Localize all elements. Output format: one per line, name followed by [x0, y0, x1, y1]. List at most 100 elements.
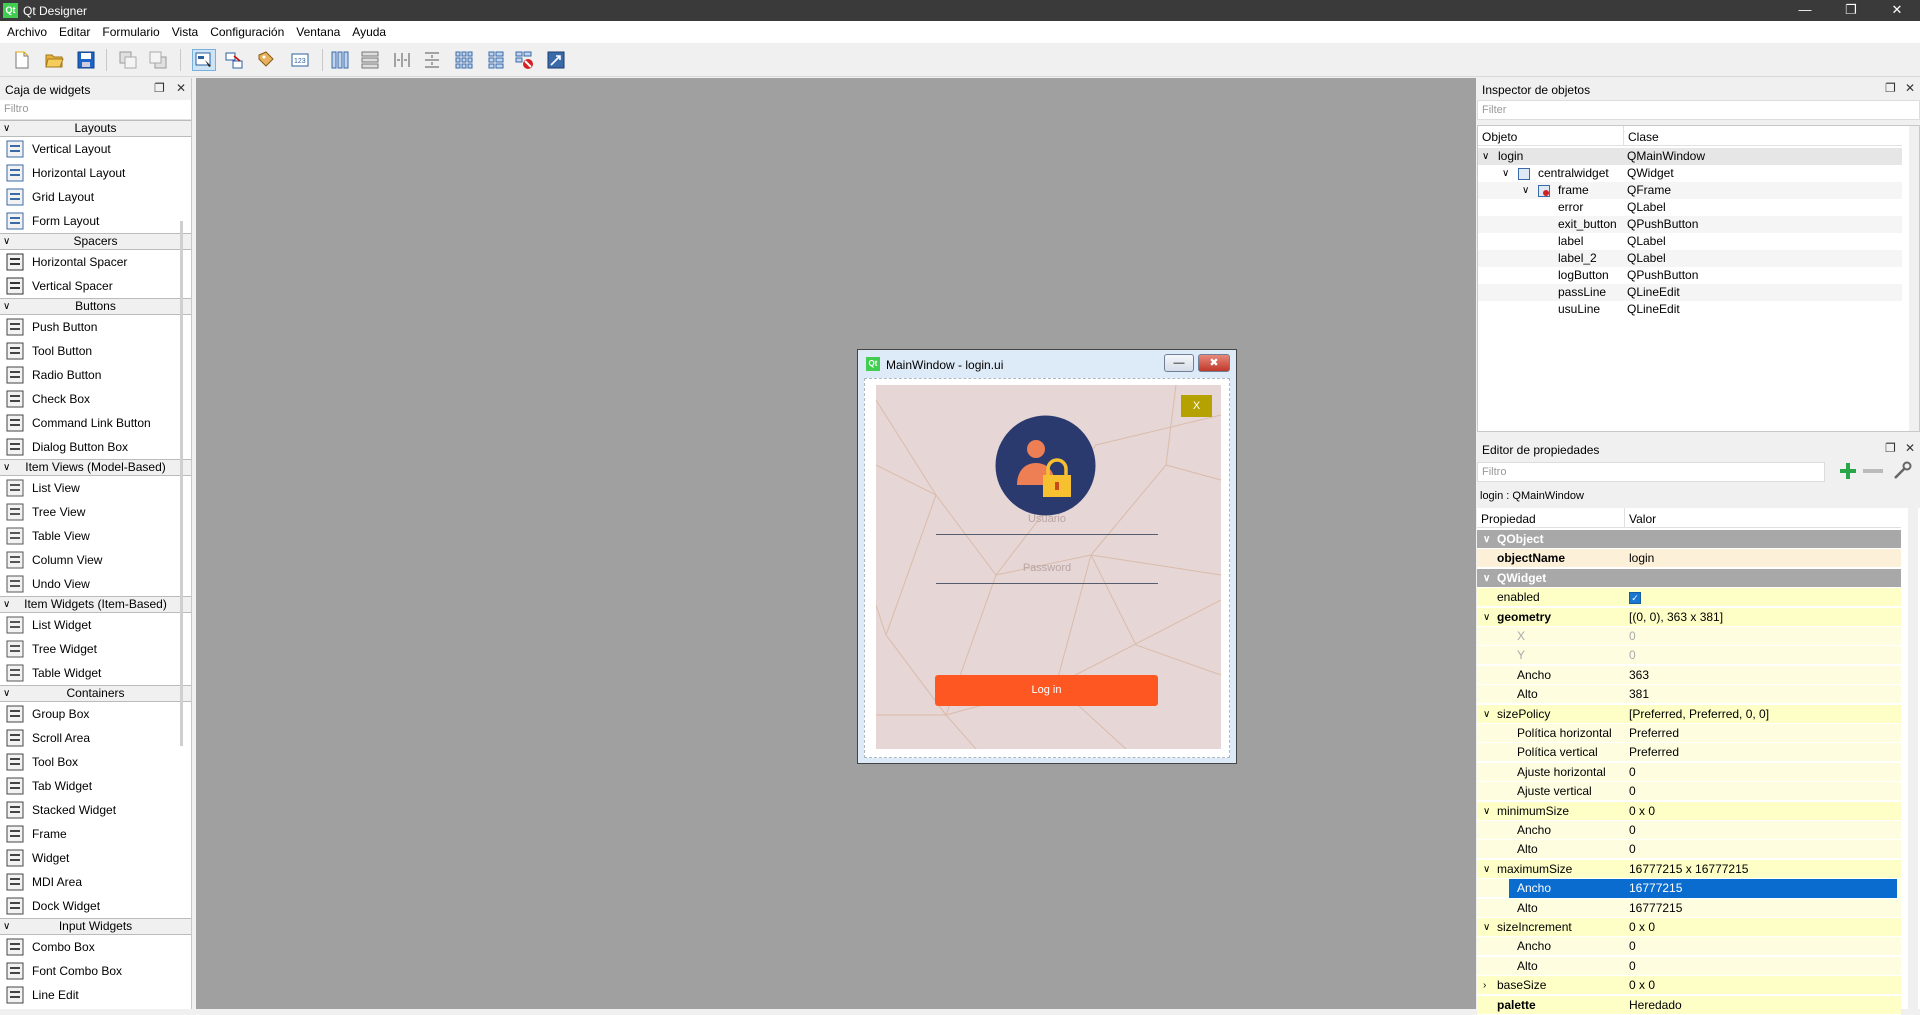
property-row-basesize[interactable]: › baseSize 0 x 0	[1477, 976, 1901, 996]
property-row-x[interactable]: X0	[1477, 627, 1901, 646]
remove-dynamic-property-icon[interactable]	[1863, 469, 1883, 473]
expand-chevron-icon[interactable]: ∨	[1483, 608, 1490, 627]
property-value[interactable]: 16777215 x 16777215	[1629, 860, 1748, 879]
close-icon[interactable]: ✕	[1905, 441, 1915, 455]
property-value[interactable]: 381	[1629, 685, 1649, 704]
widget-item-grid-layout[interactable]: Grid Layout	[0, 185, 191, 209]
widget-item-command-link-button[interactable]: Command Link Button	[0, 411, 191, 435]
widget-item-combo-box[interactable]: Combo Box	[0, 935, 191, 959]
widget-item-table-widget[interactable]: Table Widget	[0, 661, 191, 685]
scrollbar[interactable]	[180, 221, 183, 746]
break-layout-icon[interactable]	[512, 49, 536, 71]
expand-chevron-icon[interactable]: ∨	[1483, 569, 1490, 588]
property-value[interactable]: 16777215	[1629, 899, 1682, 918]
property-value[interactable]: 0 x 0	[1629, 976, 1655, 995]
property-value[interactable]: 0	[1629, 840, 1636, 859]
property-value[interactable]: 0	[1629, 763, 1636, 782]
object-row-exit-button[interactable]: exit_button QPushButton	[1478, 216, 1902, 233]
close-button[interactable]: ✕	[1874, 0, 1920, 21]
edit-signals-icon[interactable]	[222, 49, 246, 71]
property-value[interactable]: 363	[1629, 666, 1649, 685]
expand-chevron-icon[interactable]: ›	[1483, 976, 1486, 995]
edit-widgets-icon[interactable]	[192, 49, 216, 71]
widget-item-undo-view[interactable]: Undo View	[0, 572, 191, 596]
property-row-maximumsize[interactable]: ∨ maximumSize 16777215 x 16777215	[1477, 859, 1901, 879]
widget-item-radio-button[interactable]: Radio Button	[0, 363, 191, 387]
property-value[interactable]: [(0, 0), 363 x 381]	[1629, 608, 1723, 627]
property-row-sizepolicy[interactable]: ∨ sizePolicy [Preferred, Preferred, 0, 0]	[1477, 704, 1901, 724]
property-row-sizeincrement[interactable]: ∨ sizeIncrement 0 x 0	[1477, 918, 1901, 937]
property-row-ancho[interactable]: Ancho 16777215	[1477, 879, 1901, 899]
widget-item-mdi-area[interactable]: MDI Area	[0, 870, 191, 894]
object-row-error[interactable]: error QLabel	[1478, 199, 1902, 216]
expand-chevron-icon[interactable]: ∨	[1502, 165, 1509, 182]
property-row-politica-vertical[interactable]: Política vertical Preferred	[1477, 743, 1901, 763]
scrollbar[interactable]	[1908, 508, 1918, 1009]
category-buttons[interactable]: ∨ Buttons	[0, 298, 191, 315]
category-item-views-model-based[interactable]: ∨ Item Views (Model-Based)	[0, 459, 191, 476]
widget-item-scroll-area[interactable]: Scroll Area	[0, 726, 191, 750]
object-row-label-2[interactable]: label_2 QLabel	[1478, 250, 1902, 267]
widget-item-list-view[interactable]: List View	[0, 476, 191, 500]
send-to-back-icon[interactable]	[116, 49, 140, 71]
menu-configuracion[interactable]: Configuración	[203, 21, 289, 39]
property-row-enabled[interactable]: enabled ✓	[1477, 588, 1901, 608]
layout-grid-icon[interactable]	[452, 49, 476, 71]
float-icon[interactable]: ❐	[1885, 81, 1896, 95]
property-value[interactable]: [Preferred, Preferred, 0, 0]	[1629, 705, 1769, 724]
adjust-size-icon[interactable]	[544, 49, 568, 71]
property-row-qwidget[interactable]: ∨ QWidget	[1477, 568, 1901, 588]
expand-chevron-icon[interactable]: ∨	[1483, 802, 1490, 821]
object-row-login[interactable]: ∨ login QMainWindow	[1478, 148, 1902, 165]
menu-editar[interactable]: Editar	[52, 21, 95, 39]
widget-item-frame[interactable]: Frame	[0, 822, 191, 846]
maximize-button[interactable]: ❐	[1828, 0, 1874, 21]
open-icon[interactable]	[42, 49, 66, 71]
widget-item-horizontal-spacer[interactable]: Horizontal Spacer	[0, 250, 191, 274]
category-item-widgets-item-based[interactable]: ∨ Item Widgets (Item-Based)	[0, 596, 191, 613]
enabled-checkbox[interactable]: ✓	[1629, 588, 1641, 607]
login-button[interactable]: Log in	[935, 675, 1158, 706]
widget-item-horizontal-layout[interactable]: Horizontal Layout	[0, 161, 191, 185]
layout-h-splitter-icon[interactable]	[390, 49, 414, 71]
form-close-button[interactable]: ✖	[1198, 354, 1230, 372]
property-row-politica-horizontal[interactable]: Política horizontal Preferred	[1477, 724, 1901, 743]
property-row-ancho[interactable]: Ancho 363	[1477, 665, 1901, 685]
category-spacers[interactable]: ∨ Spacers	[0, 233, 191, 250]
float-icon[interactable]: ❐	[154, 81, 165, 95]
widget-item-stacked-widget[interactable]: Stacked Widget	[0, 798, 191, 822]
menu-archivo[interactable]: Archivo	[0, 21, 52, 39]
expand-chevron-icon[interactable]: ∨	[1483, 705, 1490, 724]
layout-v-splitter-icon[interactable]	[420, 49, 444, 71]
password-input[interactable]: Password	[936, 562, 1158, 584]
object-row-frame[interactable]: ∨ frame QFrame	[1478, 182, 1902, 199]
object-row-passline[interactable]: passLine QLineEdit	[1478, 284, 1902, 301]
widget-item-dialog-button-box[interactable]: Dialog Button Box	[0, 435, 191, 459]
property-value[interactable]: 0	[1629, 627, 1636, 646]
property-value[interactable]: 0 x 0	[1629, 802, 1655, 821]
widget-item-tree-view[interactable]: Tree View	[0, 500, 191, 524]
widget-filter-input[interactable]: Filtro	[0, 100, 191, 120]
object-filter-input[interactable]: Filter	[1477, 100, 1920, 120]
layout-vertical-icon[interactable]	[358, 49, 382, 71]
category-layouts[interactable]: ∨ Layouts	[0, 120, 191, 137]
menu-formulario[interactable]: Formulario	[95, 21, 164, 39]
widget-item-push-button[interactable]: Push Button	[0, 315, 191, 339]
widget-item-vertical-layout[interactable]: Vertical Layout	[0, 137, 191, 161]
configure-icon[interactable]	[1891, 460, 1913, 482]
usuario-input[interactable]: Usuario	[936, 513, 1158, 535]
column-header-valor[interactable]: Valor	[1625, 508, 1901, 528]
object-row-label[interactable]: label QLabel	[1478, 233, 1902, 250]
expand-chevron-icon[interactable]: ∨	[1483, 918, 1490, 937]
widget-item-form-layout[interactable]: Form Layout	[0, 209, 191, 233]
widget-item-widget[interactable]: Widget	[0, 846, 191, 870]
property-row-objectname[interactable]: objectName login	[1477, 549, 1901, 569]
form-window[interactable]: Qt MainWindow - login.ui — ✖ X Usuario P…	[857, 349, 1237, 764]
new-icon[interactable]	[10, 49, 34, 71]
column-header-objeto[interactable]: Objeto	[1478, 126, 1624, 146]
column-header-propiedad[interactable]: Propiedad	[1477, 508, 1625, 528]
menu-ayuda[interactable]: Ayuda	[345, 21, 391, 39]
form-minimize-button[interactable]: —	[1164, 354, 1194, 372]
property-row-alto[interactable]: Alto 0	[1477, 956, 1901, 976]
edit-tab-order-icon[interactable]: 123	[288, 49, 312, 71]
